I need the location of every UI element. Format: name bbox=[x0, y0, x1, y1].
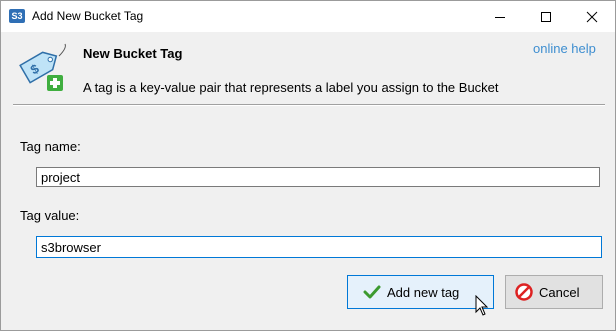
dialog-window: S3 Add New Bucket Tag $ New Bucket Tag A… bbox=[0, 0, 616, 331]
mouse-cursor-icon bbox=[475, 295, 489, 316]
header-divider bbox=[13, 104, 605, 106]
close-icon bbox=[586, 11, 598, 23]
tag-add-icon: $ bbox=[19, 43, 66, 91]
window-title: Add New Bucket Tag bbox=[32, 9, 144, 23]
title-bar: S3 Add New Bucket Tag bbox=[1, 1, 615, 32]
checkmark-icon bbox=[363, 285, 381, 299]
tag-name-label: Tag name: bbox=[20, 139, 81, 154]
cancel-icon bbox=[515, 283, 533, 301]
online-help-link[interactable]: online help bbox=[533, 41, 596, 56]
tag-value-input[interactable] bbox=[36, 236, 602, 258]
minimize-icon bbox=[495, 17, 505, 18]
tag-name-input[interactable] bbox=[36, 167, 600, 187]
cancel-label: Cancel bbox=[539, 284, 580, 300]
add-new-tag-button[interactable]: Add new tag bbox=[347, 275, 494, 309]
add-new-tag-label: Add new tag bbox=[387, 284, 460, 300]
dialog-heading: New Bucket Tag bbox=[83, 46, 183, 61]
dialog-header: $ New Bucket Tag A tag is a key-value pa… bbox=[1, 32, 615, 103]
maximize-button[interactable] bbox=[523, 1, 569, 32]
close-button[interactable] bbox=[569, 1, 615, 32]
minimize-button[interactable] bbox=[477, 1, 523, 32]
tag-value-label: Tag value: bbox=[20, 208, 80, 223]
s3-app-icon: S3 bbox=[9, 9, 25, 23]
dialog-description: A tag is a key-value pair that represent… bbox=[83, 80, 499, 95]
cancel-button[interactable]: Cancel bbox=[505, 275, 603, 309]
maximize-icon bbox=[541, 12, 551, 22]
